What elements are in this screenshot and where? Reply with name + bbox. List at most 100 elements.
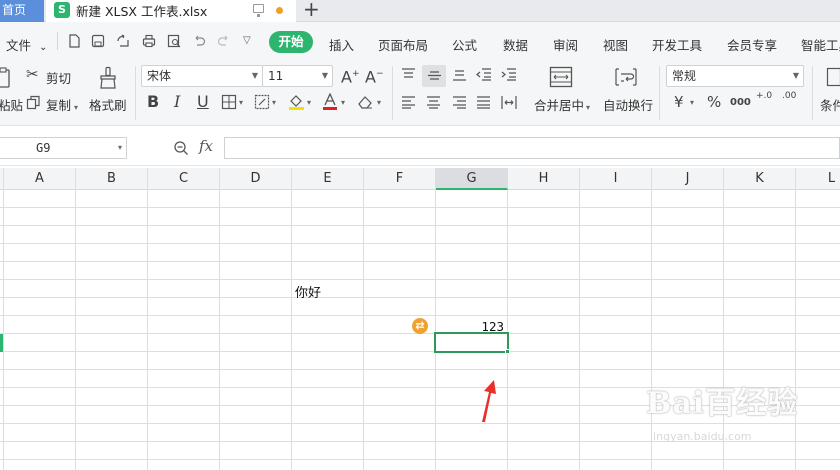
wrap-text-icon[interactable] [614, 66, 638, 88]
cell-e6[interactable]: 你好 [295, 282, 321, 301]
new-file-icon[interactable] [67, 34, 81, 48]
menu-insert[interactable]: 插入 [329, 35, 354, 54]
formula-bar: G9 ▾ fx [0, 126, 840, 166]
italic-button[interactable]: I [174, 94, 180, 110]
currency-button[interactable]: ¥ [674, 95, 684, 110]
font-size-select[interactable]: 11 ▼ [262, 65, 333, 87]
align-bottom-icon[interactable] [452, 68, 467, 81]
wrap-text-button[interactable]: 自动换行 [603, 95, 653, 114]
decrease-indent-icon[interactable] [476, 68, 492, 81]
align-right-icon[interactable] [452, 96, 467, 109]
cell-grid[interactable]: 你好 ⇄ 123 [0, 190, 840, 470]
monitor-icon[interactable] [253, 4, 264, 17]
menu-smart-tools[interactable]: 智能工具 [801, 35, 840, 54]
column-header-g[interactable]: G [436, 168, 508, 190]
justify-icon[interactable] [476, 96, 491, 109]
column-header-d[interactable]: D [220, 168, 292, 190]
chevron-down-icon[interactable]: ▾ [377, 98, 381, 107]
chevron-down-icon[interactable]: ▾ [690, 98, 694, 107]
menu-bar: 文件 ⌄ ▽ 开始 插入 页面布局 公式 数据 审阅 视图 开发工具 会员专享 … [0, 22, 840, 62]
conditional-format-button[interactable]: 条件 [820, 95, 840, 114]
merge-center-icon[interactable] [549, 66, 573, 88]
increase-font-icon[interactable]: A+ [341, 67, 360, 85]
menu-page-layout[interactable]: 页面布局 [378, 35, 428, 54]
decrease-font-icon[interactable]: A− [365, 67, 384, 85]
quick-access-dropdown-icon[interactable]: ▽ [243, 35, 251, 46]
menu-member[interactable]: 会员专享 [727, 35, 777, 54]
name-box[interactable]: G9 ▾ [0, 137, 127, 159]
distributed-align-icon[interactable] [501, 95, 517, 110]
chevron-down-icon[interactable]: ▾ [239, 98, 243, 107]
zoom-search-icon[interactable] [173, 140, 189, 156]
menu-formulas[interactable]: 公式 [452, 35, 477, 54]
column-header-k[interactable]: K [724, 168, 796, 190]
watermark-brand: Bai百经验 [646, 386, 799, 421]
spreadsheet-app: 首页 S 新建 XLSX 工作表.xlsx + 文件 ⌄ ▽ 开始 插入 页面布… [0, 0, 840, 470]
chevron-down-icon: ▾ [586, 103, 591, 112]
selected-cell-g9[interactable] [434, 332, 509, 353]
print-icon[interactable] [142, 34, 156, 48]
paste-label[interactable]: 粘贴 [0, 95, 23, 114]
convert-to-number-icon[interactable]: ⇄ [412, 318, 428, 334]
redo-icon[interactable] [217, 34, 231, 48]
gridline [723, 190, 724, 470]
copy-button[interactable]: 复制 ▾ [46, 95, 78, 114]
fx-icon[interactable]: fx [199, 137, 213, 155]
menu-data[interactable]: 数据 [503, 35, 528, 54]
cell-style-icon[interactable] [254, 94, 270, 110]
number-format-select[interactable]: 常规 ▼ [666, 65, 804, 87]
increase-decimal-button[interactable]: +.0 [756, 92, 774, 101]
column-header-b[interactable]: B [76, 168, 148, 190]
export-icon[interactable] [116, 34, 130, 48]
font-name-select[interactable]: 宋体 ▼ [141, 65, 263, 87]
decrease-decimal-button[interactable]: .00 [782, 92, 800, 101]
menu-start[interactable]: 开始 [269, 31, 313, 53]
percent-button[interactable]: % [707, 95, 721, 110]
column-header-e[interactable]: E [292, 168, 364, 190]
new-tab-button[interactable]: + [303, 0, 320, 21]
tab-document[interactable]: S 新建 XLSX 工作表.xlsx [46, 0, 296, 22]
column-header-i[interactable]: I [580, 168, 652, 190]
chevron-down-icon: ▼ [792, 71, 799, 80]
format-painter-button[interactable]: 格式刷 [89, 95, 127, 114]
column-header-j[interactable]: J [652, 168, 724, 190]
conditional-format-icon[interactable] [826, 67, 840, 87]
column-header-h[interactable]: H [508, 168, 580, 190]
menu-review[interactable]: 审阅 [553, 35, 578, 54]
paste-icon[interactable] [0, 67, 12, 89]
bold-button[interactable]: B [147, 94, 159, 110]
column-header-c[interactable]: C [148, 168, 220, 190]
chevron-down-icon[interactable]: ▾ [272, 98, 276, 107]
fill-handle[interactable] [505, 349, 510, 354]
save-icon[interactable] [91, 34, 105, 48]
tab-home[interactable]: 首页 [0, 0, 44, 22]
scissors-icon[interactable]: ✂ [26, 67, 39, 82]
borders-icon[interactable] [221, 94, 237, 110]
underline-button[interactable]: U [197, 94, 209, 110]
merge-center-button[interactable]: 合并居中 ▾ [534, 95, 590, 114]
print-preview-icon[interactable] [167, 34, 181, 48]
column-header-l[interactable]: L [796, 168, 840, 190]
align-center-icon[interactable] [426, 96, 441, 109]
menu-file[interactable]: 文件 ⌄ [6, 35, 47, 54]
cut-button[interactable]: 剪切 [46, 68, 71, 87]
chevron-down-icon[interactable]: ▾ [307, 98, 311, 107]
align-top-icon[interactable] [401, 68, 416, 81]
clear-format-icon[interactable] [357, 94, 374, 110]
font-color-icon[interactable] [322, 93, 338, 111]
column-header-f[interactable]: F [364, 168, 436, 190]
divider [57, 32, 58, 50]
format-painter-icon[interactable] [99, 66, 117, 90]
menu-view[interactable]: 视图 [603, 35, 628, 54]
thousands-button[interactable]: 000 [730, 95, 751, 110]
menu-developer[interactable]: 开发工具 [652, 35, 702, 54]
copy-icon[interactable] [26, 95, 41, 110]
align-middle-button[interactable] [422, 65, 446, 87]
chevron-down-icon[interactable]: ▾ [341, 98, 345, 107]
increase-indent-icon[interactable] [501, 68, 517, 81]
formula-input[interactable] [224, 137, 840, 159]
align-left-icon[interactable] [401, 96, 416, 109]
fill-color-icon[interactable] [288, 93, 305, 111]
undo-icon[interactable] [192, 34, 206, 48]
column-header-a[interactable]: A [4, 168, 76, 190]
